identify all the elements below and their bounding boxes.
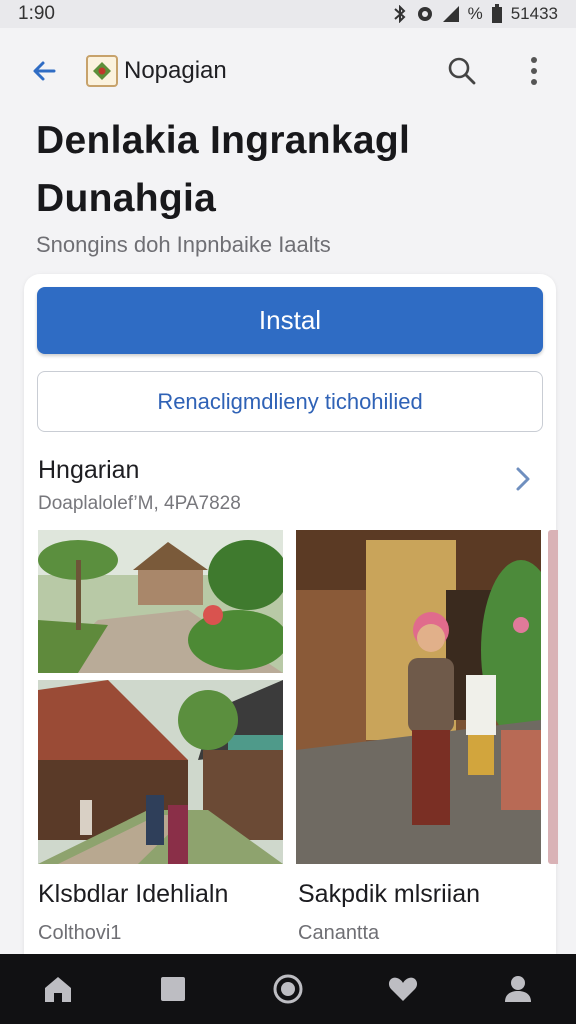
more-vert-icon xyxy=(531,57,537,85)
nav-home[interactable] xyxy=(28,959,88,1019)
chevron-right-icon xyxy=(516,467,530,491)
secondary-action-button[interactable]: Renacligmdlieny tichohilied xyxy=(37,371,543,432)
photo-woman-traditional[interactable] xyxy=(296,530,541,864)
gallery-item-title: Sakpdik mlsriian xyxy=(298,880,481,908)
nav-profile[interactable] xyxy=(488,959,548,1019)
gallery-item-subtitle: Colthovi1 xyxy=(38,922,122,944)
gallery-item-title: Klsbdlar Idehlialn xyxy=(38,880,229,908)
section-title: Hngarian xyxy=(38,456,140,484)
status-icons: % 51433 xyxy=(392,4,558,24)
heart-icon xyxy=(389,977,418,1001)
home-icon xyxy=(44,977,71,1002)
circle-icon xyxy=(273,974,303,1004)
stop-icon xyxy=(160,977,185,1001)
status-time: 1:90 xyxy=(18,3,55,24)
content-card: Instal Renacligmdlieny tichohilied Hngar… xyxy=(24,274,556,974)
battery-percent: % xyxy=(467,4,483,23)
battery-icon xyxy=(491,4,502,23)
bottom-navigation xyxy=(0,954,576,1024)
section-header[interactable]: Hngarian Doaplalolef’M, 4PA7828 xyxy=(38,456,544,520)
page-subtitle: Snongins doh Inpnbaike Iaalts xyxy=(36,232,331,257)
location-icon xyxy=(417,7,432,21)
gallery-item-subtitle: Canantta xyxy=(298,922,380,944)
next-photo-peek[interactable] xyxy=(548,530,558,864)
nav-circle[interactable] xyxy=(258,959,318,1019)
page-title: Denlakia Ingrankagl Dunahgia xyxy=(36,119,411,220)
back-button[interactable] xyxy=(20,47,68,95)
app-logo-icon xyxy=(86,55,118,87)
back-arrow-icon xyxy=(33,61,56,81)
status-readout: 51433 xyxy=(510,4,558,23)
app-name: Nopagian xyxy=(124,57,227,84)
search-icon xyxy=(448,57,476,85)
nav-stop[interactable] xyxy=(143,959,203,1019)
install-button[interactable]: Instal xyxy=(37,287,543,354)
person-icon xyxy=(505,976,532,1002)
status-bar: 1:90 % 51433 xyxy=(0,0,576,28)
photo-village-path[interactable] xyxy=(38,530,283,673)
section-meta: Doaplalolef’M, 4PA7828 xyxy=(38,493,241,514)
bluetooth-icon xyxy=(393,5,406,23)
signal-icon xyxy=(442,6,459,22)
more-options-button[interactable] xyxy=(512,49,556,93)
app-bar: Nopagian xyxy=(0,28,576,114)
photo-wooden-houses[interactable] xyxy=(38,680,283,864)
nav-favorites[interactable] xyxy=(373,959,433,1019)
search-button[interactable] xyxy=(440,49,484,93)
